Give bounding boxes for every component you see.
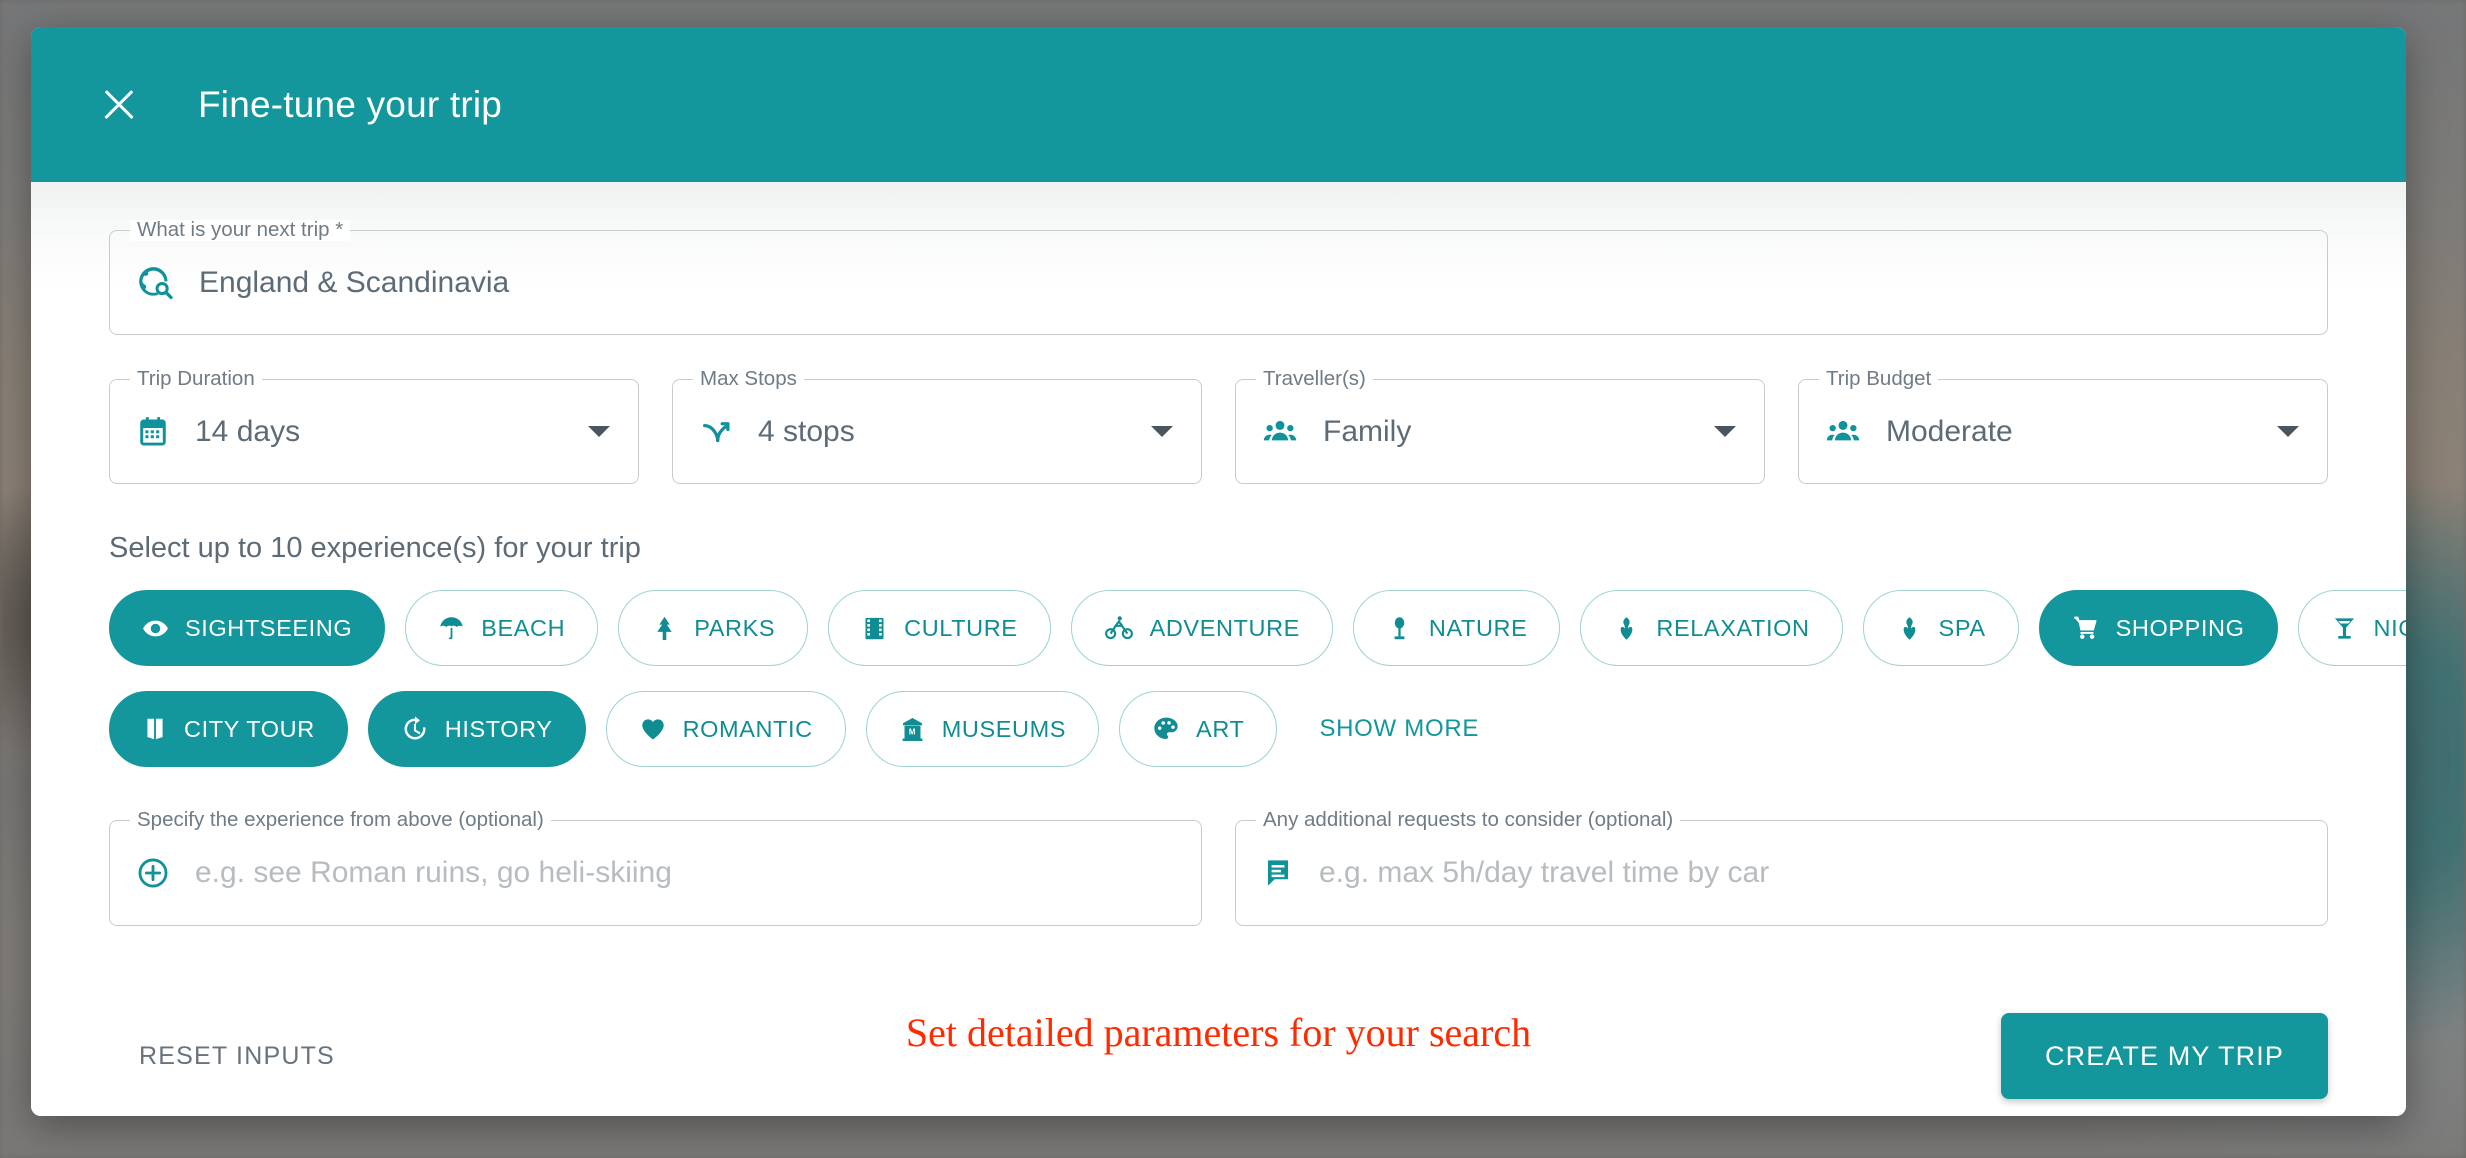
message-icon [1262, 857, 1294, 889]
chip-sightseeing[interactable]: SIGHTSEEING [109, 590, 386, 666]
tree-icon [651, 615, 678, 642]
chip-city-tour[interactable]: CITY TOUR [109, 691, 348, 767]
chip-culture[interactable]: CULTURE [828, 590, 1051, 666]
dialog-title: Fine-tune your trip [198, 83, 503, 125]
chip-label: SHOPPING [2115, 614, 2245, 641]
chip-history[interactable]: HISTORY [367, 691, 586, 767]
chip-museums[interactable]: M MUSEUMS [865, 691, 1100, 767]
chevron-down-icon[interactable] [1151, 426, 1173, 437]
specify-experience-field[interactable]: Specify the experience from above (optio… [109, 809, 1202, 926]
globe-search-icon [136, 264, 174, 302]
chip-art[interactable]: ART [1119, 691, 1278, 767]
book-open-icon [142, 716, 168, 742]
cocktail-icon [2331, 615, 2358, 642]
chip-label: CULTURE [904, 614, 1018, 641]
chip-parks[interactable]: PARKS [618, 590, 809, 666]
show-more-link[interactable]: SHOW MORE [1319, 715, 1479, 743]
chevron-down-icon[interactable] [1714, 426, 1736, 437]
museum-icon: M [899, 716, 926, 743]
chevron-down-icon[interactable] [2277, 426, 2299, 437]
specify-experience-placeholder: e.g. see Roman ruins, go heli-skiing [195, 856, 672, 889]
fine-tune-trip-dialog: Fine-tune your trip What is your next tr… [31, 27, 2406, 1116]
plus-circle-icon [136, 856, 170, 890]
destination-row: What is your next trip * England & Scand… [109, 182, 2328, 335]
experience-chips-row-2: CITY TOUR HISTORY ROMANTIC M MUSEUMS ART… [109, 691, 2328, 767]
chip-label: NIGHTLIFE [2373, 614, 2407, 641]
chip-label: BEACH [481, 614, 566, 641]
travellers-value: Family [1323, 414, 1412, 448]
chip-label: HISTORY [444, 715, 553, 742]
dialog-body: What is your next trip * England & Scand… [31, 182, 2406, 1116]
chip-romantic[interactable]: ROMANTIC [605, 691, 846, 767]
trip-budget-value: Moderate [1886, 414, 2013, 448]
plant-pot-icon [1386, 615, 1413, 642]
chip-label: PARKS [694, 614, 776, 641]
trip-budget-select[interactable]: Trip Budget Moderate [1798, 368, 2328, 484]
people-group-icon [1825, 414, 1861, 450]
specify-experience-label: Specify the experience from above (optio… [130, 809, 551, 831]
chip-nightlife[interactable]: NIGHTLIFE [2297, 590, 2407, 666]
max-stops-value: 4 stops [758, 414, 855, 448]
additional-requests-field[interactable]: Any additional requests to consider (opt… [1235, 809, 2328, 926]
chip-label: SPA [1938, 614, 1986, 641]
trip-budget-label: Trip Budget [1819, 368, 1939, 390]
reset-inputs-button[interactable]: RESET INPUTS [139, 1042, 335, 1071]
chip-label: SIGHTSEEING [185, 614, 353, 641]
travellers-select[interactable]: Traveller(s) Family [1235, 368, 1765, 484]
experiences-heading: Select up to 10 experience(s) for your t… [109, 532, 641, 564]
chip-nature[interactable]: NATURE [1352, 590, 1561, 666]
chip-label: NATURE [1428, 614, 1528, 641]
experience-chips-row-1: SIGHTSEEING BEACH PARKS CULTURE ADVENTUR… [109, 590, 2406, 666]
eye-icon [142, 615, 169, 642]
chip-adventure[interactable]: ADVENTURE [1070, 590, 1333, 666]
destination-field[interactable]: What is your next trip * England & Scand… [109, 219, 2328, 335]
chip-label: ROMANTIC [682, 715, 813, 742]
spa-leaf-icon [1613, 615, 1640, 642]
umbrella-icon [438, 615, 465, 642]
chip-label: RELAXATION [1656, 614, 1810, 641]
chip-label: MUSEUMS [941, 715, 1067, 742]
film-icon [861, 615, 888, 642]
dialog-header: Fine-tune your trip [31, 27, 2406, 182]
max-stops-select[interactable]: Max Stops 4 stops [672, 368, 1202, 484]
create-my-trip-button[interactable]: CREATE MY TRIP [2001, 1013, 2328, 1099]
dialog-footer: RESET INPUTS Set detailed parameters for… [109, 981, 2328, 1116]
chip-beach[interactable]: BEACH [405, 590, 599, 666]
destination-value: England & Scandinavia [199, 265, 510, 299]
svg-text:M: M [909, 727, 916, 736]
travellers-label: Traveller(s) [1256, 368, 1373, 390]
bicycle-icon [1104, 613, 1134, 643]
chip-spa[interactable]: SPA [1862, 590, 2019, 666]
optional-fields-row: Specify the experience from above (optio… [109, 809, 2328, 926]
annotation-text: Set detailed parameters for your search [905, 1010, 1532, 1055]
heart-icon [639, 715, 667, 743]
additional-requests-label: Any additional requests to consider (opt… [1256, 809, 1681, 831]
parameters-row: Trip Duration 14 days Max Stops 4 stops … [109, 368, 2328, 484]
chevron-down-icon[interactable] [588, 426, 610, 437]
chip-shopping[interactable]: SHOPPING [2038, 590, 2278, 666]
additional-requests-placeholder: e.g. max 5h/day travel time by car [1319, 856, 1770, 889]
trip-duration-value: 14 days [195, 414, 301, 448]
history-icon [404, 716, 426, 740]
close-icon[interactable] [97, 83, 141, 127]
spa-leaf-icon [1896, 615, 1923, 642]
chip-label: ART [1196, 715, 1245, 742]
chip-relaxation[interactable]: RELAXATION [1580, 590, 1843, 666]
route-branch-icon [699, 415, 733, 449]
people-group-icon [1262, 414, 1298, 450]
calendar-icon [136, 415, 170, 449]
chip-label: ADVENTURE [1149, 614, 1300, 641]
palette-icon [1152, 715, 1180, 743]
max-stops-label: Max Stops [693, 368, 804, 390]
trip-duration-select[interactable]: Trip Duration 14 days [109, 368, 639, 484]
cart-icon [2072, 614, 2100, 642]
chip-label: CITY TOUR [184, 715, 315, 742]
trip-duration-label: Trip Duration [130, 368, 262, 390]
destination-label: What is your next trip * [130, 219, 351, 241]
